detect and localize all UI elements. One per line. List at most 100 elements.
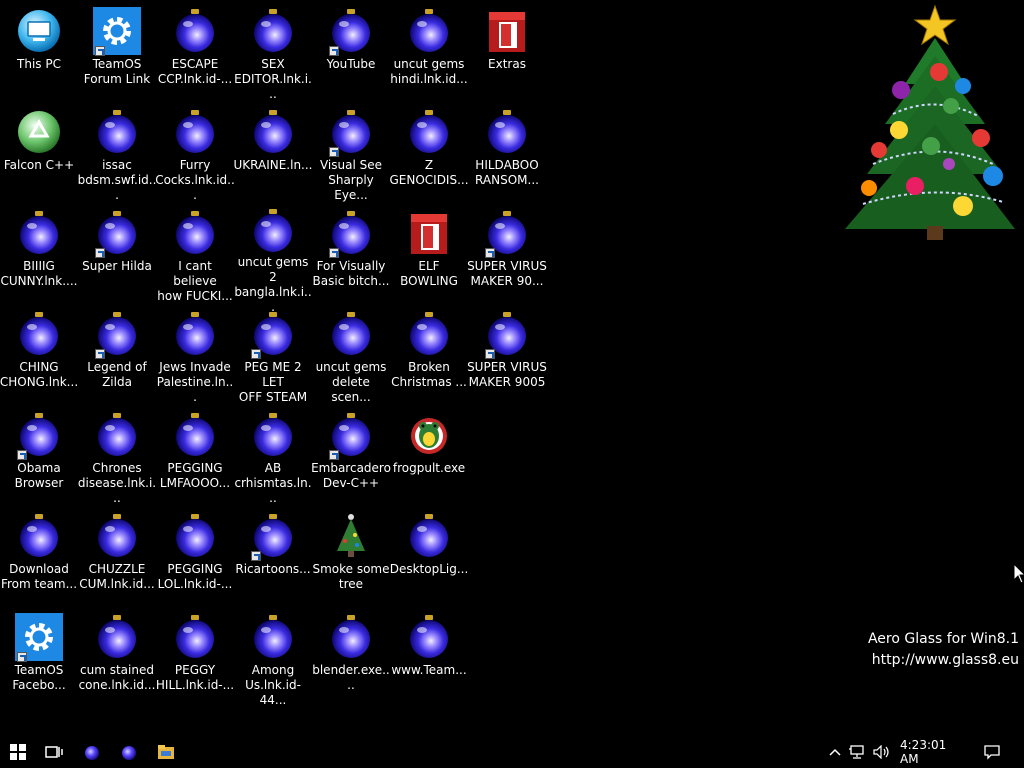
desktop-icon[interactable]: Chrones disease.lnk.i...	[77, 410, 157, 506]
desktop-icon-label: Chrones disease.lnk.i...	[77, 461, 157, 505]
ornament-icon	[405, 309, 453, 359]
taskbar-pinned-app-1[interactable]	[74, 736, 110, 768]
desktop-icon-label: www.Team...	[391, 663, 467, 677]
volume-icon[interactable]	[872, 736, 892, 768]
desktop-icon[interactable]: Falcon C++	[1, 107, 77, 203]
desktop-icon-label: TeamOS Forum Link	[83, 57, 151, 86]
desktop-icon-label: Super Hilda	[82, 259, 152, 273]
chevron-up-icon[interactable]	[826, 736, 844, 768]
desktop-icon[interactable]: PEGGY HILL.lnk.id-...	[156, 612, 234, 708]
christmas-tree-gadget[interactable]	[843, 4, 1019, 244]
shortcut-arrow-icon	[95, 248, 105, 258]
desktop-icon[interactable]: cum stained cone.lnk.id...	[79, 612, 155, 708]
desktop-icon[interactable]: CHUZZLE CUM.lnk.id...	[79, 511, 155, 607]
desktop-icon-label: uncut gems delete scen...	[315, 360, 387, 404]
gift-box-icon	[405, 208, 453, 258]
desktop-icon[interactable]: YouTube	[313, 6, 389, 102]
shortcut-arrow-icon	[329, 450, 339, 460]
desktop-icon[interactable]: blender.exe....	[312, 612, 390, 708]
desktop-icon-label: uncut gems hindi.lnk.id...	[390, 57, 468, 86]
desktop-icon[interactable]: Visual See Sharply Eye...	[313, 107, 389, 203]
desktop-icon[interactable]: ESCAPE CCP.lnk.id-...	[157, 6, 233, 102]
desktop-icon-label: Furry Cocks.lnk.id...	[155, 158, 235, 202]
windows-start-icon[interactable]	[0, 736, 36, 768]
desktop-icon[interactable]: Smoke some tree	[312, 511, 390, 607]
taskbar-pinned-app-2[interactable]	[111, 736, 147, 768]
desktop-icon-label: ESCAPE CCP.lnk.id-...	[157, 57, 233, 86]
desktop-icon[interactable]: I cant believe how FUCKI...	[157, 208, 233, 304]
desktop-icon[interactable]: UKRAINE.ln...	[233, 107, 313, 203]
desktop-icon-label: Ricartoons...	[235, 562, 311, 576]
desktop-icon[interactable]: PEGGING LMFAOOO...	[157, 410, 233, 506]
desktop-icon[interactable]: HILDABOO RANSOM...	[469, 107, 545, 203]
desktop-icon[interactable]: frogpult.exe	[391, 410, 467, 506]
network-icon[interactable]	[848, 736, 868, 768]
desktop-icon-label: For Visually Basic bitch...	[312, 259, 390, 288]
desktop-icon[interactable]: SEX EDITOR.lnk.i...	[234, 6, 312, 102]
desktop-icon[interactable]: SUPER VIRUS MAKER 90...	[467, 208, 547, 304]
desktop-icon[interactable]: This PC	[1, 6, 77, 102]
file-explorer-icon[interactable]	[148, 736, 184, 768]
ornament-icon	[327, 612, 375, 662]
watermark-line1: Aero Glass for Win8.1	[867, 631, 1019, 647]
ornament-icon	[171, 410, 219, 460]
desktop-icon-label: Obama Browser	[14, 461, 64, 490]
notifications-icon[interactable]	[980, 736, 1004, 768]
desktop-icon[interactable]: For Visually Basic bitch...	[313, 208, 389, 304]
desktop-icon[interactable]: issac bdsm.swf.id...	[78, 107, 156, 203]
desktop-icon[interactable]: AB crhismtas.ln...	[234, 410, 312, 506]
ornament-icon	[405, 511, 453, 561]
shortcut-arrow-icon	[251, 551, 261, 561]
desktop-icon[interactable]: TeamOS Facebo...	[1, 612, 77, 708]
desktop-icon-label: Broken Christmas ...	[391, 360, 467, 389]
desktop-icon-label: PEGGING LOL.lnk.id-...	[157, 562, 233, 591]
desktop-icon[interactable]: Super Hilda	[79, 208, 155, 304]
desktop-icon[interactable]: CHING CHONG.lnk...	[0, 309, 78, 405]
desktop-icon[interactable]: PEG ME 2 LET OFF STEAM	[235, 309, 311, 405]
desktop-icon[interactable]: www.Team...	[391, 612, 467, 708]
desktop-icon[interactable]: DesktopLig...	[389, 511, 469, 607]
shortcut-arrow-icon	[485, 349, 495, 359]
desktop-icon-label: uncut gems 2 bangla.lnk.i...	[234, 255, 312, 314]
ornament-icon	[93, 107, 141, 157]
desktop-icon[interactable]: Ricartoons...	[235, 511, 311, 607]
desktop-icon[interactable]: BIIIIG CUNNY.lnk....	[1, 208, 77, 304]
desktop-icon[interactable]: TeamOS Forum Link	[79, 6, 155, 102]
desktop-icon[interactable]: Among Us.lnk.id-44...	[235, 612, 311, 708]
desktop-icon[interactable]: Jews Invade Palestine.ln...	[157, 309, 233, 405]
settings-gear-icon	[15, 612, 63, 662]
desktop-icon-label: SUPER VIRUS MAKER 90...	[467, 259, 547, 288]
ornament-icon	[483, 107, 531, 157]
desktop-icon[interactable]: Broken Christmas ...	[391, 309, 467, 405]
desktop-icon-label: DesktopLig...	[389, 562, 469, 576]
desktop-icon[interactable]: Extras	[469, 6, 545, 102]
taskbar-clock[interactable]: 4:23:01 AM	[900, 736, 968, 768]
shortcut-arrow-icon	[95, 349, 105, 359]
desktop-icon[interactable]: Embarcadero Dev-C++	[311, 410, 391, 506]
ornament-icon	[483, 208, 531, 258]
desktop-icon-label: YouTube	[326, 57, 376, 71]
desktop-icon[interactable]: Download From team...	[1, 511, 77, 607]
desktop-icon-label: cum stained cone.lnk.id...	[78, 663, 156, 692]
desktop-icon[interactable]: uncut gems hindi.lnk.id...	[390, 6, 468, 102]
desktop-icon-label: TeamOS Facebo...	[12, 663, 66, 692]
task-view-icon[interactable]	[36, 736, 72, 768]
ornament-icon	[249, 612, 297, 662]
desktop-icon[interactable]: SUPER VIRUS MAKER 9005	[467, 309, 547, 405]
desktop-icon[interactable]: uncut gems 2 bangla.lnk.i...	[234, 208, 312, 314]
desktop-icon[interactable]: Legend of Zilda	[79, 309, 155, 405]
desktop-icon-label: Falcon C++	[3, 158, 75, 172]
desktop-icon-label: Among Us.lnk.id-44...	[245, 663, 301, 707]
desktop-icon[interactable]: Furry Cocks.lnk.id...	[155, 107, 235, 203]
desktop-icon[interactable]: uncut gems delete scen...	[313, 309, 389, 405]
ornament-icon	[249, 309, 297, 359]
desktop-icon[interactable]: ELF BOWLING	[391, 208, 467, 304]
ornament-icon	[405, 612, 453, 662]
desktop-icon[interactable]: Obama Browser	[1, 410, 77, 506]
ornament-icon	[15, 309, 63, 359]
desktop-icon[interactable]: Z GENOCIDIS...	[389, 107, 469, 203]
ornament-icon	[93, 612, 141, 662]
ornament-icon	[171, 6, 219, 56]
desktop-icon[interactable]: PEGGING LOL.lnk.id-...	[157, 511, 233, 607]
ornament-icon	[405, 6, 453, 56]
